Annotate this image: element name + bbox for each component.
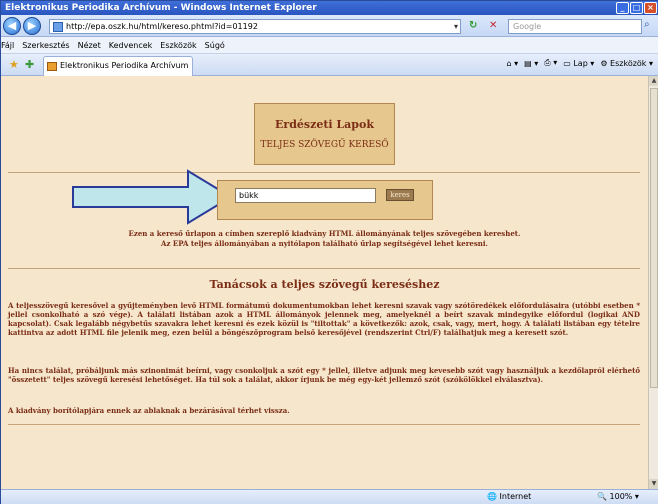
arrow-pointer [72,169,233,225]
vertical-scrollbar[interactable]: ▲ ▼ [648,76,658,489]
back-button[interactable]: ◀ [3,17,21,35]
print-icon[interactable]: ⎙ ▾ [544,58,557,68]
tips-paragraph-3: A kiadvány borítólapjára ennek az ablakn… [8,406,290,415]
address-toolbar: ◀ ▶ http://epa.oszk.hu/html/kereso.phtml… [1,15,658,37]
maximize-button[interactable]: □ [630,2,643,14]
intro-text: Ezen a kereső űrlapon a címben szereplő … [1,229,648,249]
tab-active[interactable]: Elektronikus Periodika Archívum [43,56,193,76]
tab-label: Elektronikus Periodika Archívum [60,61,189,70]
stop-icon[interactable]: ✕ [489,20,497,31]
internet-zone: 🌐 Internet [487,492,532,501]
search-icon[interactable]: ⌕ [644,19,650,30]
home-icon[interactable]: ⌂ ▾ [506,59,518,68]
page-menu[interactable]: ▭ Lap ▾ [563,59,594,68]
refresh-icon[interactable]: ↻ [469,20,477,31]
tips-paragraph-1: A teljesszövegű keresővel a gyűjteménybe… [8,301,640,337]
divider [8,424,640,425]
menu-item[interactable]: Kedvencek [109,41,153,50]
favorites-star-icon[interactable]: ★ [9,58,19,71]
status-bar: 🌐 Internet 🔍 100% ▾ [1,489,658,504]
journal-title-box: Erdészeti Lapok TELJES SZÖVEGŰ KERESŐ [254,103,395,165]
divider [8,268,640,269]
search-subtitle: TELJES SZÖVEGŰ KERESŐ [260,140,389,150]
scroll-thumb[interactable] [650,88,658,388]
menu-item[interactable]: Nézet [78,41,101,50]
minimize-button[interactable]: _ [616,2,629,14]
window-title: Elektronikus Periodika Archívum - Window… [5,3,317,13]
page-content: Erdészeti Lapok TELJES SZÖVEGŰ KERESŐ bü… [1,76,648,489]
tab-bar: ★ ✚ Elektronikus Periodika Archívum ⌂ ▾ … [1,54,658,76]
page-icon [53,22,63,32]
menu-item[interactable]: Eszközök [160,41,196,50]
forward-button[interactable]: ▶ [23,17,41,35]
intro-line-1: Ezen a kereső űrlapon a címben szereplő … [128,229,521,238]
tips-heading: Tanácsok a teljes szövegű kereséshez [209,278,440,291]
search-form: bükk keres [217,180,433,220]
web-search-input[interactable]: Google [508,19,642,34]
feeds-icon[interactable]: ▤ ▾ [524,59,538,68]
command-bar: ⌂ ▾ ▤ ▾ ⎙ ▾ ▭ Lap ▾ ⚙ Eszközök ▾ [506,58,653,68]
scroll-down-icon[interactable]: ▼ [649,479,658,489]
journal-title: Erdészeti Lapok [275,118,374,131]
search-button[interactable]: keres [386,189,414,201]
title-bar: Elektronikus Periodika Archívum - Window… [1,1,658,15]
tips-paragraph-2: Ha nincs találat, próbáljunk más szinoni… [8,366,640,384]
address-input[interactable]: http://epa.oszk.hu/html/kereso.phtml?id=… [49,19,461,34]
menu-item[interactable]: Szerkesztés [22,41,69,50]
browser-window: Elektronikus Periodika Archívum - Window… [0,0,658,504]
add-favorites-icon[interactable]: ✚ [25,58,34,71]
close-button[interactable]: × [644,2,657,14]
tools-menu[interactable]: ⚙ Eszközök ▾ [600,59,653,68]
chevron-down-icon[interactable]: ▾ [454,20,458,33]
fulltext-search-input[interactable]: bükk [235,188,376,203]
scroll-up-icon[interactable]: ▲ [649,76,658,86]
zoom-level[interactable]: 🔍 100% ▾ [597,490,639,504]
menu-bar: Fájl Szerkesztés Nézet Kedvencek Eszközök Súg… [1,37,658,54]
address-url: http://epa.oszk.hu/html/kereso.phtml?id=… [66,22,258,31]
tab-page-icon [47,62,57,71]
intro-line-2: Az EPA teljes állományában a nyitólapon … [161,239,488,248]
menu-item[interactable]: Súgó [205,41,225,50]
menu-item[interactable]: Fájl [1,41,14,50]
